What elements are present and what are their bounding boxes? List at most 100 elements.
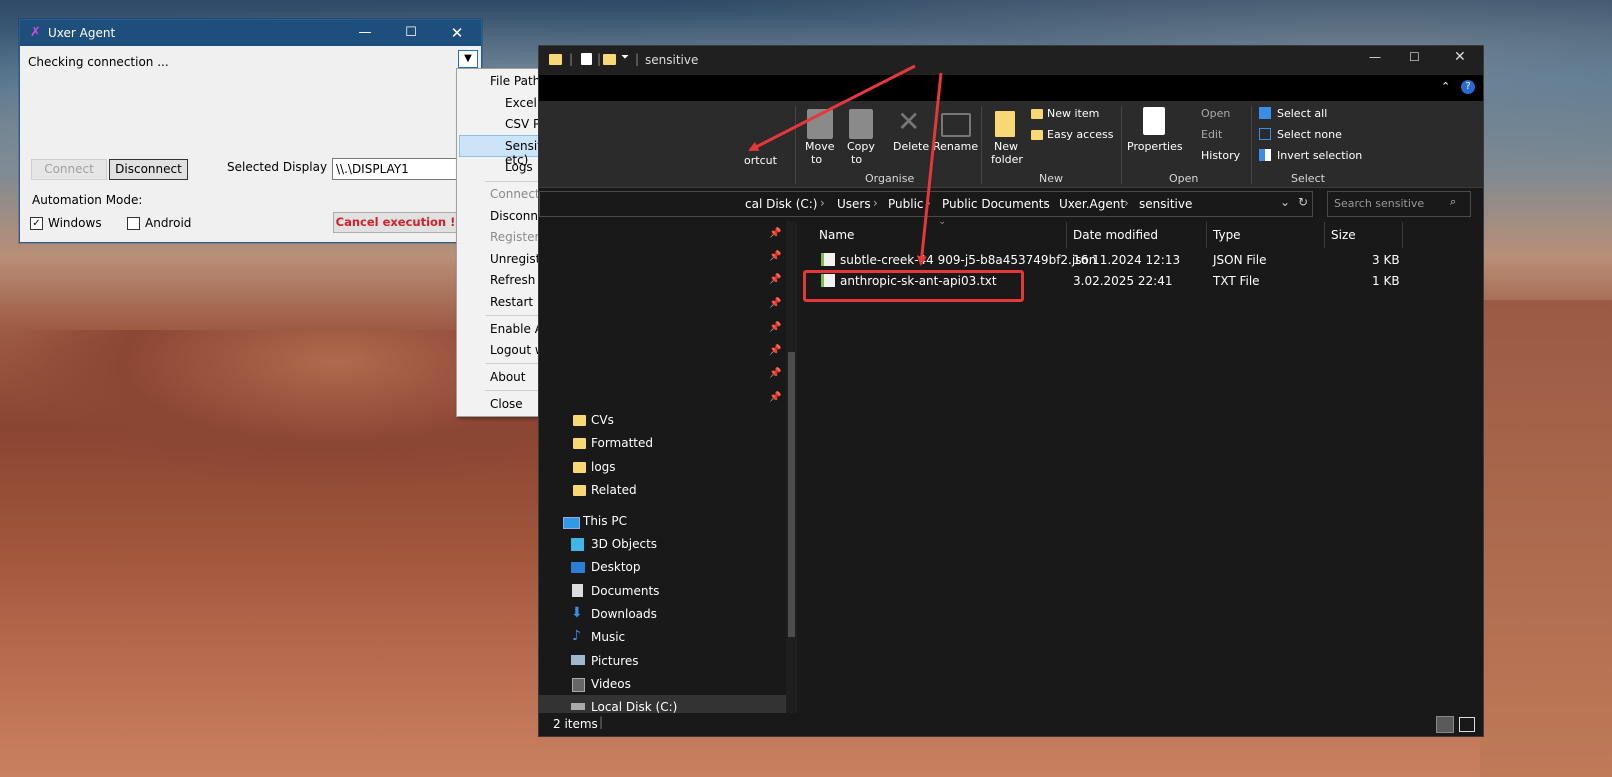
maximize-button[interactable]: ☐ [388,20,434,46]
search-icon: ⌕ [1450,195,1457,208]
explorer-close-button[interactable]: ✕ [1454,49,1466,65]
properties-qa-icon[interactable] [581,53,592,65]
drive-icon [571,703,585,710]
search-box[interactable]: Search sensitive ⌕ [1327,191,1471,217]
menu-close[interactable]: Close [490,397,523,411]
breadcrumb-users[interactable]: Users [837,197,871,211]
select-all-button[interactable]: Select all [1277,107,1327,120]
new-item-button[interactable]: New item [1047,107,1099,120]
breadcrumb-public[interactable]: Public [888,197,924,211]
item-count: 2 items [553,717,598,731]
open-group-label: Open [1169,172,1199,185]
easy-access-button[interactable]: Easy access [1047,128,1114,141]
properties-button[interactable]: Properties [1127,140,1183,153]
delete-button[interactable]: Delete [893,140,929,153]
nav-3d-objects[interactable]: 3D Objects [591,537,657,551]
breadcrumb-sensitive[interactable]: sensitive [1139,197,1192,211]
open-button[interactable]: Open [1201,107,1230,120]
uxer-agent-window: ✗ Uxer Agent — ☐ ✕ Checking connection .… [19,19,482,243]
menu-dropdown-button[interactable]: ▼ [458,50,478,68]
nav-related[interactable]: Related [591,483,637,497]
nav-documents[interactable]: Documents [591,584,659,598]
details-view-icon[interactable] [1436,716,1454,733]
delete-icon: ✕ [897,105,921,138]
ribbon-separator [1121,106,1122,184]
nav-cvs[interactable]: CVs [591,413,614,427]
pin-icon: 📌 [769,298,782,309]
refresh-icon[interactable]: ↻ [1298,195,1308,209]
table-row[interactable]: subtle-creek-44 909-j5-b8a453749bf2.json… [802,250,1442,270]
connect-button[interactable]: Connect [31,159,107,180]
menu-about[interactable]: About [490,370,525,384]
ribbon-separator [1251,106,1252,184]
select-none-button[interactable]: Select none [1277,128,1342,141]
nav-downloads[interactable]: Downloads [591,607,657,621]
android-checkbox[interactable] [127,217,140,230]
help-icon[interactable]: ? [1461,80,1475,94]
disconnect-button[interactable]: Disconnect [109,159,188,180]
nav-desktop[interactable]: Desktop [591,560,641,574]
nav-local-disk[interactable]: Local Disk (C:) [591,700,677,714]
address-bar[interactable]: cal Disk (C:) › Users › Public › Public … [539,191,1313,217]
chevron-up-icon[interactable]: ⌃ [1441,80,1450,93]
selected-display-field[interactable]: \\.\DISPLAY1 [332,158,463,180]
search-input[interactable]: Search sensitive [1334,197,1424,210]
automation-mode-label: Automation Mode: [32,193,143,207]
nav-pictures[interactable]: Pictures [591,654,639,668]
nav-this-pc[interactable]: This PC [583,514,627,528]
navigation-pane: 📌 📌 📌 📌 📌 📌 📌 📌 CVs Formatted logs Relat… [539,222,799,717]
new-folder-sub: folder [991,153,1023,166]
chevron-right-icon: › [820,196,825,210]
new-folder-button[interactable]: New [994,140,1018,153]
shortcut-label[interactable]: ortcut [744,154,777,167]
divider: | [599,715,604,729]
col-size[interactable]: Size [1331,228,1356,242]
move-to-button[interactable]: Move [805,140,835,153]
sort-indicator-icon: ⌄ [938,216,947,227]
close-button[interactable]: ✕ [434,20,480,46]
breadcrumb-local-disk[interactable]: cal Disk (C:) [745,197,817,211]
nav-scrollbar[interactable] [786,222,797,717]
file-name[interactable]: subtle-creek-44 909-j5-b8a453749bf2.json [840,253,1096,267]
col-name[interactable]: Name [819,228,854,242]
menu-logs[interactable]: Logs [505,160,533,174]
downloads-icon: ⬇ [571,605,583,621]
history-button[interactable]: History [1201,149,1240,162]
folder-icon [573,485,586,496]
minimize-button[interactable]: — [342,20,388,46]
menu-register[interactable]: Register [490,230,539,244]
explorer-minimize-button[interactable]: — [1369,50,1381,64]
divider: | [597,52,602,66]
pin-icon: 📌 [769,345,782,356]
invert-selection-button[interactable]: Invert selection [1277,149,1362,162]
windows-checkbox[interactable]: ✓ [30,217,43,230]
col-date-modified[interactable]: Date modified [1073,228,1158,242]
address-dropdown-icon[interactable]: ⌄ [1280,195,1290,209]
pin-icon: 📌 [769,228,782,239]
rename-button[interactable]: Rename [933,140,978,153]
new-folder-qa-icon[interactable] [603,54,616,65]
cancel-execution-button[interactable]: Cancel execution ! [333,212,458,233]
col-type[interactable]: Type [1213,228,1241,242]
edit-button[interactable]: Edit [1201,128,1222,141]
nav-videos[interactable]: Videos [591,677,631,691]
chevron-right-icon: › [1124,196,1129,210]
explorer-ribbon-tabs: ⌃ ? [539,75,1483,101]
divider: | [569,52,574,66]
copy-to-button[interactable]: Copy [847,140,875,153]
menu-connect[interactable]: Connect [490,187,540,201]
pin-icon: 📌 [769,368,782,379]
customize-qa-icon[interactable]: ⏷ [621,52,629,63]
organise-group-label: Organise [865,172,915,185]
breadcrumb-uxer-agent[interactable]: Uxer.Agent [1059,197,1125,211]
menu-restart[interactable]: Restart [490,295,533,309]
column-separator [1066,222,1067,248]
explorer-maximize-button[interactable]: ☐ [1409,50,1420,64]
nav-music[interactable]: Music [591,630,625,644]
nav-logs[interactable]: logs [591,460,616,474]
agent-titlebar: ✗ Uxer Agent — ☐ ✕ [20,20,481,46]
nav-scrollbar-thumb[interactable] [788,352,795,637]
large-icons-view-icon[interactable] [1459,717,1475,732]
breadcrumb-public-documents[interactable]: Public Documents [942,197,1050,211]
nav-formatted[interactable]: Formatted [591,436,653,450]
